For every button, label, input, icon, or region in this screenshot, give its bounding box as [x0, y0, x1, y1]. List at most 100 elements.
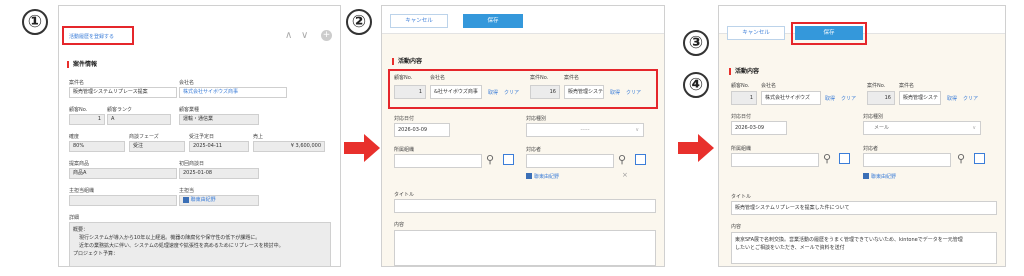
order-date-value: 2025-04-11	[189, 141, 249, 152]
get-button[interactable]: 取得	[488, 89, 498, 96]
search-icon[interactable]: ⚲	[618, 153, 626, 166]
person-input[interactable]	[526, 154, 614, 168]
title-input[interactable]: 販売管理システムリプレースを提案した件について	[731, 201, 997, 215]
order-date-label: 受注予定日	[189, 134, 215, 140]
detail-line: 現行システムが導入から10年以上経過。機器の陳腐化や保守性の低下が課題に。	[79, 235, 261, 241]
get-button[interactable]: 取得	[825, 95, 835, 102]
user-icon	[863, 173, 869, 179]
person-input[interactable]	[863, 153, 951, 167]
customer-no-value: 1	[69, 114, 105, 125]
deal-name-value: 販売管理システムリプレース提案	[69, 87, 177, 98]
dept-label: 所属組織	[394, 147, 415, 153]
chevron-down-icon[interactable]: ∨	[301, 30, 308, 41]
deal-name-field[interactable]: 販売管理システ	[899, 91, 941, 105]
company-name-label: 会社名	[761, 83, 777, 89]
section-title: 案件情報	[67, 61, 97, 68]
detail-label: 詳細	[69, 215, 80, 221]
detail-box: 概要： 現行システムが導入から10年以上経過。機器の陳腐化や保守性の低下が課題に…	[69, 222, 331, 266]
chevron-down-icon: ∨	[972, 125, 976, 131]
content-textarea[interactable]	[394, 230, 656, 266]
get-button[interactable]: 取得	[947, 95, 957, 102]
customer-rank-label: 顧客ランク	[107, 107, 133, 113]
product-value: 商品A	[69, 168, 177, 179]
customer-no-field[interactable]: 1	[394, 85, 426, 99]
chevron-up-icon[interactable]: ∧	[285, 30, 292, 41]
person-label: 対応者	[526, 147, 542, 153]
person-link[interactable]: 聯東由紀野	[871, 173, 896, 180]
person-label: 対応者	[863, 146, 879, 152]
dept-input[interactable]	[731, 153, 819, 167]
probability-value: 80%	[69, 141, 125, 152]
step-4-marker: ④	[683, 72, 709, 98]
org-tree-icon[interactable]	[839, 153, 850, 164]
search-icon[interactable]: ⚲	[486, 153, 494, 166]
dept-label: 主担当組織	[69, 188, 95, 194]
content-textarea[interactable]: 東京SFA展で名刺交換。営業活動の履歴をうまく管理できていないため、kinton…	[731, 232, 997, 264]
type-select[interactable]: メール ∨	[863, 121, 981, 135]
customer-no-field[interactable]: 1	[731, 91, 757, 105]
person-link[interactable]: 聯東由紀野	[534, 173, 559, 180]
section-title: 活動内容	[392, 58, 422, 65]
deal-name-label: 案件名	[69, 80, 85, 86]
date-input[interactable]: 2026-03-09	[731, 121, 787, 135]
activity-form-panel: キャンセル 保存 活動内容 顧客No. 会社名 案件No. 案件名 1 &社サイ…	[381, 5, 665, 267]
product-label: 提案商品	[69, 161, 90, 167]
type-label: 対応種別	[863, 114, 884, 120]
deal-name-field[interactable]: 販売管理システ	[564, 85, 604, 99]
arrow-right-icon	[344, 134, 380, 162]
step-2-marker: ②	[346, 9, 372, 35]
dept-value	[69, 195, 177, 206]
industry-label: 顧客業種	[179, 107, 200, 113]
clear-button[interactable]: クリア	[841, 95, 856, 102]
type-select-value: メール	[874, 125, 890, 131]
step-3-marker: ③	[683, 30, 709, 56]
company-name-field[interactable]: &社サイボウズ商事	[430, 85, 482, 99]
deal-no-field[interactable]: 16	[530, 85, 560, 99]
type-select-value: -----	[580, 127, 590, 133]
probability-label: 確度	[69, 134, 80, 140]
dept-input[interactable]	[394, 154, 482, 168]
org-tree-icon[interactable]	[503, 154, 514, 165]
activity-form-panel: キャンセル 保存 活動内容 顧客No. 会社名 案件No. 案件名 1 株式会社…	[718, 5, 1006, 267]
customer-no-label: 顧客No.	[394, 75, 413, 81]
owner-link[interactable]: 聯東由紀野	[191, 197, 216, 203]
customer-no-label: 顧客No.	[69, 107, 88, 113]
sales-label: 売上	[253, 134, 264, 140]
deal-name-label: 案件名	[564, 75, 580, 81]
content-line: 東京SFA展で名刺交換。営業活動の履歴をうまく管理できていないため、kinton…	[735, 237, 963, 243]
deal-no-field[interactable]: 16	[867, 91, 895, 105]
cancel-button[interactable]: キャンセル	[390, 14, 448, 28]
content-line: したいとご相談をいただき、メールで資料を送付	[735, 245, 845, 251]
save-button[interactable]: 保存	[463, 14, 523, 28]
company-name-field[interactable]: 株式会社サイボウズ	[761, 91, 821, 105]
company-name-link[interactable]: 株式会社サイボウズ商事	[179, 87, 287, 98]
first-visit-value: 2025-01-08	[179, 168, 259, 179]
sales-value: ¥ 3,600,000	[253, 141, 325, 152]
detail-line: 概要：	[73, 227, 89, 233]
detail-line: プロジェクト予算：	[73, 251, 119, 257]
clear-button[interactable]: クリア	[963, 95, 978, 102]
date-input[interactable]: 2026-03-09	[394, 123, 450, 137]
close-icon[interactable]: ×	[622, 171, 628, 179]
clear-button[interactable]: クリア	[626, 89, 641, 96]
user-select-icon[interactable]	[974, 153, 985, 164]
title-input[interactable]	[394, 199, 656, 213]
owner-field: 聯東由紀野	[179, 195, 259, 206]
date-label: 対応日付	[394, 116, 415, 122]
cancel-button[interactable]: キャンセル	[727, 26, 785, 40]
type-select[interactable]: ----- ∨	[526, 123, 644, 137]
dept-label: 所属組織	[731, 146, 752, 152]
clear-button[interactable]: クリア	[504, 89, 519, 96]
user-icon	[183, 196, 189, 203]
step-1-marker: ①	[22, 9, 48, 35]
search-icon[interactable]: ⚲	[823, 152, 831, 165]
register-activity-link[interactable]: 活動履歴を登録する	[69, 33, 114, 40]
customer-rank-value: A	[107, 114, 171, 125]
save-button[interactable]: 保存	[795, 26, 863, 40]
user-select-icon[interactable]	[635, 154, 646, 165]
type-label: 対応種別	[526, 116, 547, 122]
industry-value: 運輸・通信業	[179, 114, 259, 125]
search-icon[interactable]: ⚲	[957, 152, 965, 165]
get-button[interactable]: 取得	[610, 89, 620, 96]
plus-icon[interactable]: +	[321, 30, 332, 41]
